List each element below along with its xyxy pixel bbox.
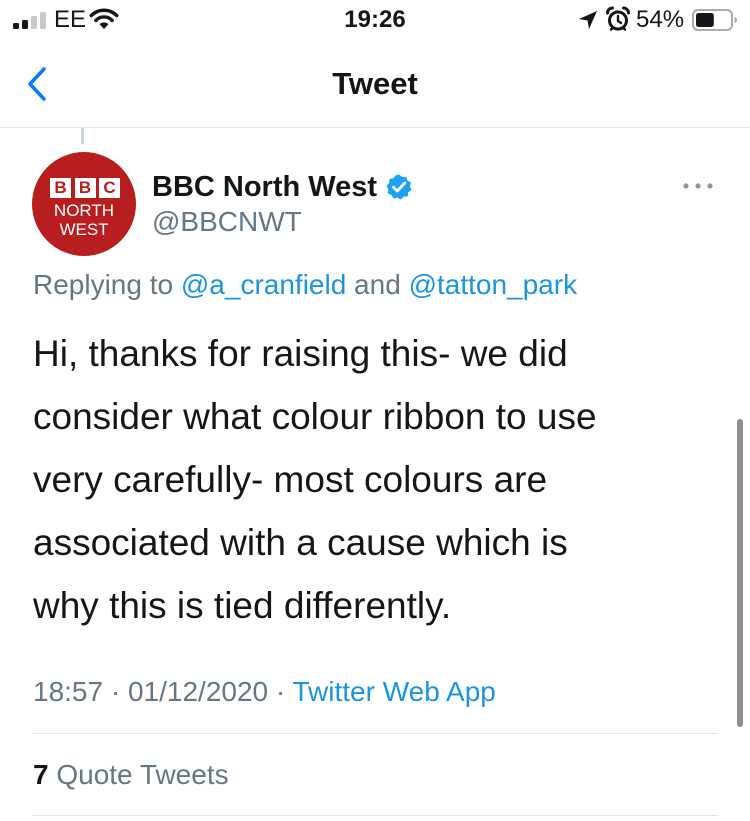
more-options-icon[interactable] — [681, 176, 715, 196]
tweet-time: 18:57 — [33, 676, 104, 707]
navigation-bar: Tweet — [0, 40, 750, 128]
tweet-source-link[interactable]: Twitter Web App — [293, 676, 496, 707]
divider — [33, 815, 718, 816]
replying-prefix: Replying to — [33, 269, 181, 300]
status-bar: EE 19:26 54% — [0, 0, 750, 40]
alarm-clock-icon — [606, 6, 630, 31]
tweet-text-line: why this is tied differently. — [33, 585, 452, 626]
author-handle[interactable]: @BBCNWT — [152, 205, 302, 239]
bbc-logo: B B C — [50, 178, 120, 198]
battery-icon — [692, 9, 737, 31]
quote-tweets-count: 7 — [33, 759, 49, 790]
avatar[interactable]: B B C NORTH WEST — [32, 152, 136, 256]
quote-tweets-stat[interactable]: 7 Quote Tweets — [33, 757, 229, 793]
tweet-date: 01/12/2020 — [127, 676, 269, 707]
replying-to: Replying to @a_cranfield and @tatton_par… — [33, 267, 577, 303]
tweet-text-line: very carefully- most colours are — [33, 459, 548, 500]
thread-connector-line — [81, 128, 84, 144]
page-title: Tweet — [332, 66, 418, 101]
author-display-name: BBC North West — [152, 171, 378, 203]
quote-tweets-label: Quote Tweets — [48, 759, 229, 790]
avatar-text-north: NORTH — [53, 201, 115, 220]
bbc-letter-block: C — [99, 178, 120, 198]
meta-separator: · — [103, 676, 128, 707]
verified-badge-icon — [386, 174, 412, 200]
tweet-meta: 18:57 · 01/12/2020 · Twitter Web App — [33, 674, 496, 710]
battery-percent: 54% — [636, 6, 685, 33]
tweet-text-line: Hi, thanks for raising this- we did — [33, 333, 568, 374]
scrollbar[interactable] — [737, 419, 743, 727]
bbc-letter-block: B — [50, 178, 71, 198]
replying-joiner: and — [346, 269, 409, 300]
avatar-text-west: WEST — [59, 220, 109, 239]
tweet-text-line: consider what colour ribbon to use — [33, 396, 597, 437]
location-arrow-icon — [579, 11, 597, 29]
author-name-row[interactable]: BBC North West — [152, 170, 413, 204]
tweet-text-line: associated with a cause which is — [33, 522, 568, 563]
mention-link[interactable]: @a_cranfield — [181, 269, 346, 300]
meta-separator: · — [268, 676, 293, 707]
mention-link[interactable]: @tatton_park — [409, 269, 578, 300]
tweet-text: Hi, thanks for raising this- we did cons… — [33, 322, 713, 637]
bbc-letter-block: B — [74, 178, 96, 198]
divider — [33, 733, 718, 734]
